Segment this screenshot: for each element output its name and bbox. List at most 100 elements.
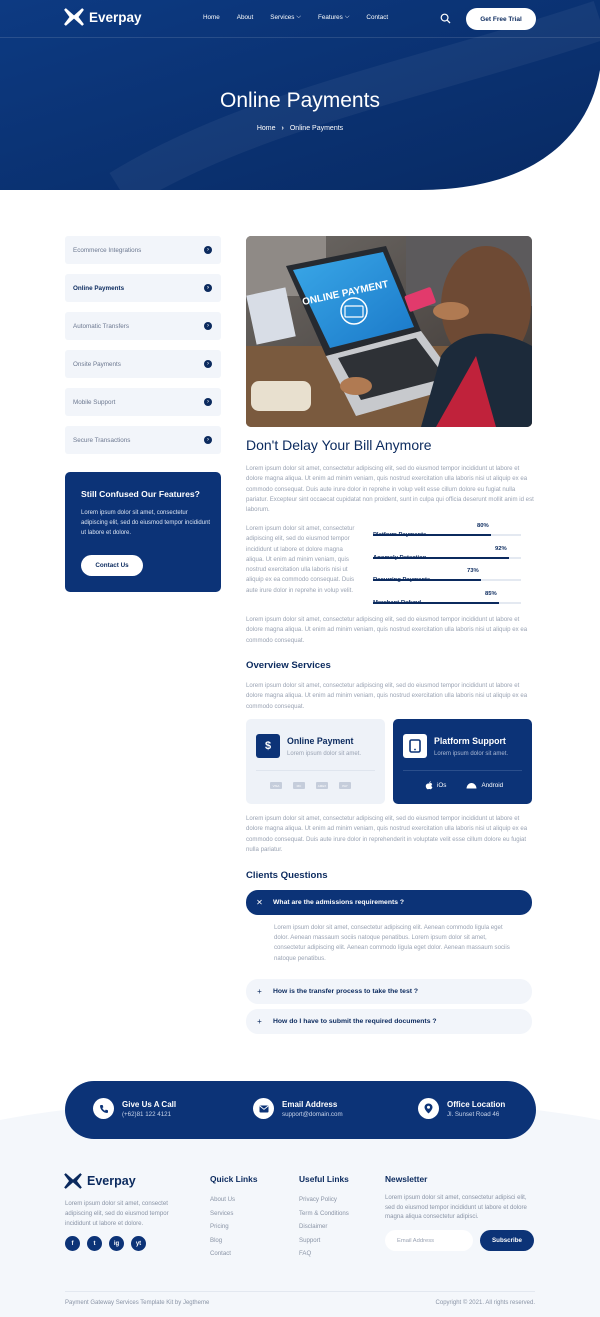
- card-subtitle: Lorem ipsum dolor sit amet.: [287, 751, 362, 757]
- nav-about[interactable]: About: [237, 14, 253, 21]
- footer-link[interactable]: Services: [210, 1207, 235, 1221]
- card-title: Platform Support: [434, 736, 506, 746]
- ios-item: iOs: [425, 781, 446, 790]
- social-links: f t ig yt: [65, 1236, 146, 1251]
- dollar-icon: $: [256, 734, 280, 758]
- sidebar-item-onsite-payments[interactable]: Onsite Payments ›: [65, 350, 221, 378]
- subscribe-button[interactable]: Subscribe: [480, 1230, 534, 1251]
- amex-icon: AMEX: [316, 782, 328, 789]
- footer-link[interactable]: FAQ: [299, 1247, 349, 1261]
- sidebar-item-mobile-support[interactable]: Mobile Support ›: [65, 388, 221, 416]
- page-title: Online Payments: [220, 89, 380, 112]
- search-icon[interactable]: [440, 13, 451, 24]
- arrow-right-icon: ›: [204, 284, 212, 292]
- youtube-icon[interactable]: yt: [131, 1236, 146, 1251]
- newsletter-title: Newsletter: [385, 1174, 428, 1184]
- footer-link[interactable]: Contact: [210, 1247, 235, 1261]
- footer-link[interactable]: Support: [299, 1234, 349, 1248]
- useful-links: Privacy Policy Term & Conditions Disclai…: [299, 1193, 349, 1261]
- overview-title: Overview Services: [246, 660, 331, 671]
- contact-phone[interactable]: Give Us A Call (+62)81 122 4121: [93, 1098, 176, 1119]
- skill-bar: Platform Payments 80%: [373, 523, 521, 546]
- footer-about: Lorem ipsum dolor sit amet, consectet ad…: [65, 1200, 169, 1227]
- chevron-down-icon: ⌵: [296, 14, 301, 20]
- android-item: Android: [466, 782, 503, 789]
- skill-track: [373, 534, 521, 536]
- card-divider: [256, 770, 375, 771]
- location-pin-icon: [418, 1098, 439, 1119]
- plus-icon: +: [257, 1017, 262, 1026]
- mastercard-icon: MC: [293, 782, 305, 789]
- body-paragraph: Lorem ipsum dolor sit amet, consectetur …: [246, 616, 528, 644]
- nav-home[interactable]: Home: [203, 14, 220, 21]
- newsletter-email-input[interactable]: Email Address: [385, 1230, 473, 1251]
- faq-item-open[interactable]: ✕ What are the admissions requirements ?: [246, 890, 532, 915]
- contact-label: Give Us A Call: [122, 1099, 177, 1109]
- useful-links-title: Useful Links: [299, 1174, 349, 1184]
- arrow-right-icon: ›: [204, 360, 212, 368]
- android-icon: [466, 783, 477, 789]
- nav-services[interactable]: Services ⌵: [270, 14, 301, 21]
- contact-location[interactable]: Office Location Jl. Sunset Road 46: [418, 1098, 505, 1119]
- logo-icon: [64, 8, 84, 26]
- contact-value: support@domain.com: [282, 1110, 343, 1118]
- footer-link[interactable]: Privacy Policy: [299, 1193, 349, 1207]
- plus-icon: +: [257, 987, 262, 996]
- contact-email[interactable]: Email Address support@domain.com: [253, 1098, 343, 1119]
- footer-divider: [65, 1291, 535, 1292]
- twitter-icon[interactable]: t: [87, 1236, 102, 1251]
- faq-item[interactable]: + How is the transfer process to take th…: [246, 979, 532, 1004]
- skill-percent: 85%: [485, 590, 497, 597]
- skill-fill: [373, 601, 499, 604]
- sidebar-item-label: Online Payments: [73, 284, 125, 292]
- nav-features[interactable]: Features ⌵: [318, 14, 349, 21]
- footer-link[interactable]: Blog: [210, 1234, 235, 1248]
- footer-link[interactable]: About Us: [210, 1193, 235, 1207]
- help-promo-card: Still Confused Our Features? Lorem ipsum…: [65, 472, 221, 592]
- breadcrumb-home[interactable]: Home: [257, 125, 276, 132]
- sidebar-item-automatic-transfers[interactable]: Automatic Transfers ›: [65, 312, 221, 340]
- online-payment-card[interactable]: $ Online Payment Lorem ipsum dolor sit a…: [246, 719, 385, 804]
- skill-percent: 73%: [467, 568, 479, 575]
- phone-icon: [93, 1098, 114, 1119]
- sidebar-item-ecommerce[interactable]: Ecommerce Integrations ›: [65, 236, 221, 264]
- chevron-down-icon: ⌵: [344, 14, 350, 20]
- skill-track: [373, 579, 521, 582]
- sidebar-item-online-payments[interactable]: Online Payments ›: [65, 274, 221, 302]
- sidebar-item-label: Automatic Transfers: [73, 322, 129, 330]
- faq-question: What are the admissions requirements ?: [273, 899, 405, 906]
- brand-logo[interactable]: Everpay: [64, 8, 142, 26]
- arrow-right-icon: ›: [204, 246, 212, 254]
- facebook-icon[interactable]: f: [65, 1236, 80, 1251]
- breadcrumb: Home › Online Payments: [0, 125, 600, 132]
- footer-link[interactable]: Disclaimer: [299, 1220, 349, 1234]
- breadcrumb-current: Online Payments: [289, 125, 344, 132]
- nav-services-label: Services: [270, 14, 295, 21]
- apple-icon: [425, 781, 433, 790]
- platform-support-card[interactable]: Platform Support Lorem ipsum dolor sit a…: [393, 719, 532, 804]
- nav-contact[interactable]: Contact: [366, 14, 388, 21]
- quick-links-title: Quick Links: [210, 1174, 258, 1184]
- footer-link[interactable]: Pricing: [210, 1220, 235, 1234]
- skill-fill: [373, 556, 510, 559]
- payment-methods: VISA MC AMEX PAY: [270, 782, 351, 789]
- skill-bar: Recurring Payments 73%: [373, 568, 521, 591]
- card-subtitle: Lorem ipsum dolor sit amet.: [434, 751, 509, 757]
- online-payment-photo: ONLINE PAYMENT: [246, 236, 532, 427]
- intro-paragraph: Lorem ipsum dolor sit amet, consectetur …: [246, 465, 534, 514]
- contact-us-button[interactable]: Contact Us: [81, 555, 143, 576]
- skill-bar: Merchant Refund 85%: [373, 591, 521, 614]
- skill-bar: Anomaly Detection 92%: [373, 546, 521, 569]
- instagram-icon[interactable]: ig: [109, 1236, 124, 1251]
- logo-icon: [64, 1173, 82, 1189]
- faq-item[interactable]: + How do I have to submit the required d…: [246, 1009, 532, 1034]
- promo-title: Still Confused Our Features?: [81, 489, 200, 499]
- sidebar-item-secure-transactions[interactable]: Secure Transactions ›: [65, 426, 221, 454]
- sidebar-item-label: Onsite Payments: [73, 360, 121, 368]
- contact-bar: Give Us A Call (+62)81 122 4121 Email Add…: [65, 1081, 536, 1139]
- footer-link[interactable]: Term & Conditions: [299, 1207, 349, 1221]
- tablet-icon: [403, 734, 427, 758]
- footer-logo[interactable]: Everpay: [64, 1173, 136, 1189]
- free-trial-button[interactable]: Get Free Trial: [466, 8, 536, 30]
- skills-paragraph: Lorem ipsum dolor sit amet, consectetur …: [246, 525, 355, 594]
